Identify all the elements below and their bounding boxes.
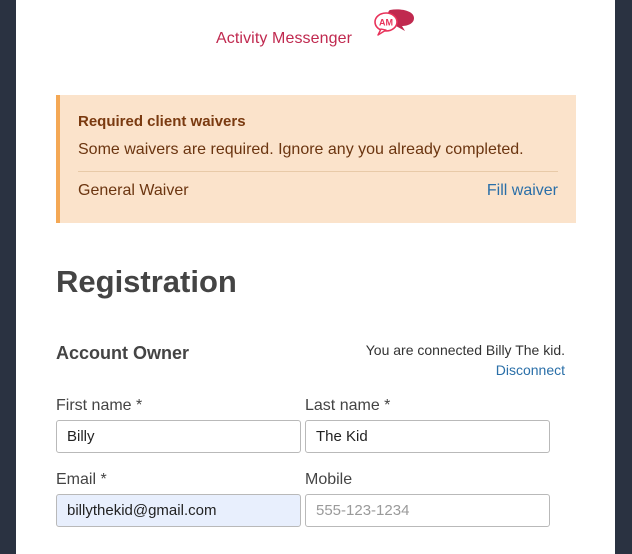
waiver-name: General Waiver — [78, 182, 189, 199]
email-input[interactable] — [56, 494, 301, 527]
activity-messenger-logo: Activity Messenger AM — [216, 8, 426, 50]
disconnect-link[interactable]: Disconnect — [496, 362, 565, 378]
alert-divider — [78, 171, 558, 172]
registration-page: Activity Messenger AM Required client wa… — [16, 0, 615, 554]
last-name-input[interactable] — [305, 420, 550, 453]
email-label: Email * — [56, 471, 107, 488]
mobile-label: Mobile — [305, 471, 353, 488]
first-name-input[interactable] — [56, 420, 301, 453]
section-title: Account Owner — [56, 343, 190, 363]
waiver-alert: Required client waivers Some waivers are… — [56, 95, 576, 223]
last-name-label: Last name * — [305, 397, 391, 414]
first-name-label: First name * — [56, 397, 143, 414]
page-title: Registration — [56, 264, 237, 299]
fill-waiver-link[interactable]: Fill waiver — [487, 182, 558, 200]
alert-title: Required client waivers — [78, 113, 246, 130]
mobile-input[interactable] — [305, 494, 550, 527]
alert-message: Some waivers are required. Ignore any yo… — [78, 141, 524, 158]
logo-badge: AM — [379, 18, 393, 28]
connected-status: You are connected Billy The kid. — [365, 342, 565, 358]
chat-bubbles-icon: AM — [374, 9, 414, 36]
logo-text: Activity Messenger — [216, 30, 353, 47]
